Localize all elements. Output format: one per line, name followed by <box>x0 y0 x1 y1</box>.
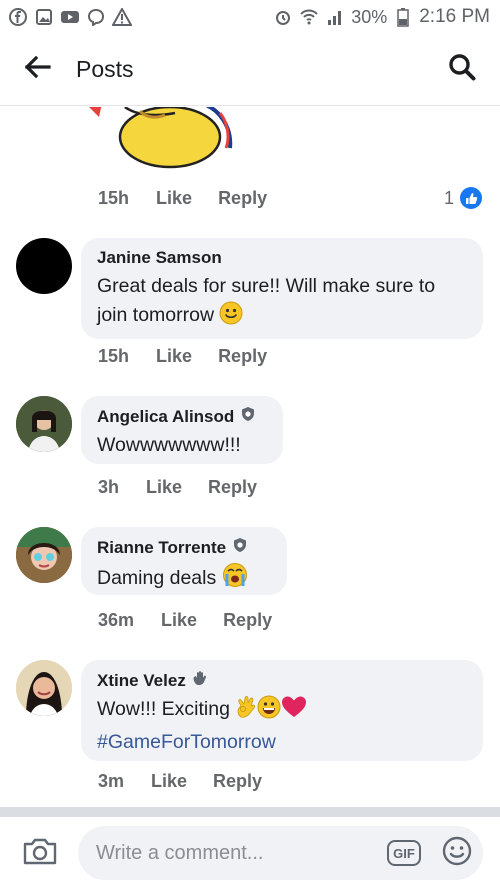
reaction-count-label: 1 <box>443 187 454 208</box>
search-icon <box>448 53 476 86</box>
comment-text-content: Wow!!! Exciting <box>97 698 230 720</box>
comment-text-content: Great deals for sure!! Will make sure to… <box>97 275 436 326</box>
comment-time: 3m <box>98 771 125 791</box>
commenter-name[interactable]: Angelica Alinsod <box>97 406 269 427</box>
comment-meta: 3m Like Reply <box>98 771 288 792</box>
thumbs-up-icon <box>460 187 482 209</box>
reply-button[interactable]: Reply <box>218 346 267 367</box>
reply-button[interactable]: Reply <box>223 610 272 631</box>
comment-bubble: Xtine Velez Wow!!! Exciting #GameForTomo… <box>81 660 483 761</box>
verified-shield-icon <box>240 406 256 427</box>
comment-text-content: Daming deals <box>97 567 217 589</box>
comment-text: Wow!!! Exciting #GameForTomorrow <box>97 695 469 757</box>
avatar[interactable] <box>16 396 72 452</box>
comment-meta: 3h Like Reply <box>98 477 283 498</box>
comment-text: Daming deals <box>97 562 273 597</box>
avatar[interactable] <box>16 660 72 716</box>
avatar[interactable] <box>16 527 72 583</box>
hashtag-link[interactable]: #GameForTomorrow <box>97 731 276 753</box>
comment-text: Wowwwwwww!!! <box>97 434 241 456</box>
commenter-name-text: Janine Samson <box>97 248 222 267</box>
verified-shield-icon <box>232 537 248 558</box>
ok-hand-emoji-icon <box>235 695 257 728</box>
back-button[interactable] <box>0 34 76 106</box>
commenter-name[interactable]: Xtine Velez <box>97 670 469 691</box>
comment-bubble: Angelica Alinsod Wowwwwwww!!! <box>81 396 283 464</box>
comment-time: 15h <box>98 188 130 208</box>
commenter-name-text: Xtine Velez <box>97 670 186 690</box>
comment-bubble: Rianne Torrente Daming deals <box>81 527 287 595</box>
commenter-name[interactable]: Rianne Torrente <box>97 537 273 558</box>
avatar[interactable] <box>16 238 72 294</box>
commenter-name-text: Rianne Torrente <box>97 537 227 557</box>
camera-button[interactable] <box>16 829 64 877</box>
like-button[interactable]: Like <box>161 610 197 631</box>
alarm-icon <box>273 7 293 27</box>
page-title: Posts <box>76 56 134 82</box>
reply-button[interactable]: Reply <box>218 188 267 209</box>
gif-button[interactable]: GIF <box>387 840 421 866</box>
comments-list: 15h Like Reply 1 Janine Samson Great dea… <box>0 107 500 807</box>
comment-bubble: Janine Samson Great deals for sure!! Wil… <box>81 238 483 339</box>
like-button[interactable]: Like <box>156 188 192 209</box>
grinning-emoji-icon <box>257 695 281 728</box>
comment-time: 36m <box>98 610 135 630</box>
youtube-icon <box>60 7 80 27</box>
search-button[interactable] <box>424 34 500 106</box>
sticker-image <box>80 107 240 171</box>
heart-emoji-icon <box>281 695 307 728</box>
comment-meta: 36m Like Reply <box>98 610 298 631</box>
comment-box[interactable]: GIF <box>78 826 483 880</box>
gallery-icon <box>34 7 54 27</box>
commenter-name-text: Angelica Alinsod <box>97 406 235 426</box>
camera-icon <box>22 836 58 871</box>
battery-icon <box>393 7 413 27</box>
comment-time: 15h <box>98 346 130 366</box>
battery-percent: 30% <box>351 6 388 27</box>
like-button[interactable]: Like <box>146 477 182 498</box>
waving-hand-icon <box>192 670 208 691</box>
reply-button[interactable]: Reply <box>208 477 257 498</box>
smiley-emoji-icon <box>219 301 243 334</box>
composer-divider <box>0 807 500 817</box>
emoji-picker-button[interactable] <box>441 836 473 871</box>
status-left-icons <box>8 7 132 27</box>
app-header: Posts <box>0 34 500 106</box>
reaction-count[interactable]: 1 <box>444 187 482 209</box>
comment-composer: GIF <box>0 817 500 889</box>
back-arrow-icon <box>24 55 51 83</box>
comment-time: 3h <box>98 477 120 497</box>
facebook-icon <box>8 7 28 27</box>
comment-input[interactable] <box>96 841 366 865</box>
crying-emoji-icon <box>222 562 248 597</box>
signal-icon <box>325 7 345 27</box>
emoji-smile-icon <box>442 836 472 871</box>
like-button[interactable]: Like <box>151 771 187 792</box>
wifi-icon <box>299 7 319 27</box>
viber-icon <box>86 7 106 27</box>
like-button[interactable]: Like <box>156 346 192 367</box>
status-right: 30% 2:16 PM <box>273 6 490 28</box>
warning-icon <box>112 7 132 27</box>
reply-button[interactable]: Reply <box>213 771 262 792</box>
clock: 2:16 PM <box>419 6 490 27</box>
comment-text: Great deals for sure!! Will make sure to… <box>97 272 469 334</box>
commenter-name[interactable]: Janine Samson <box>97 248 469 268</box>
comment-meta: 15h Like Reply <box>98 188 293 209</box>
status-bar: 30% 2:16 PM <box>0 0 500 34</box>
comment-meta: 15h Like Reply <box>98 346 293 367</box>
